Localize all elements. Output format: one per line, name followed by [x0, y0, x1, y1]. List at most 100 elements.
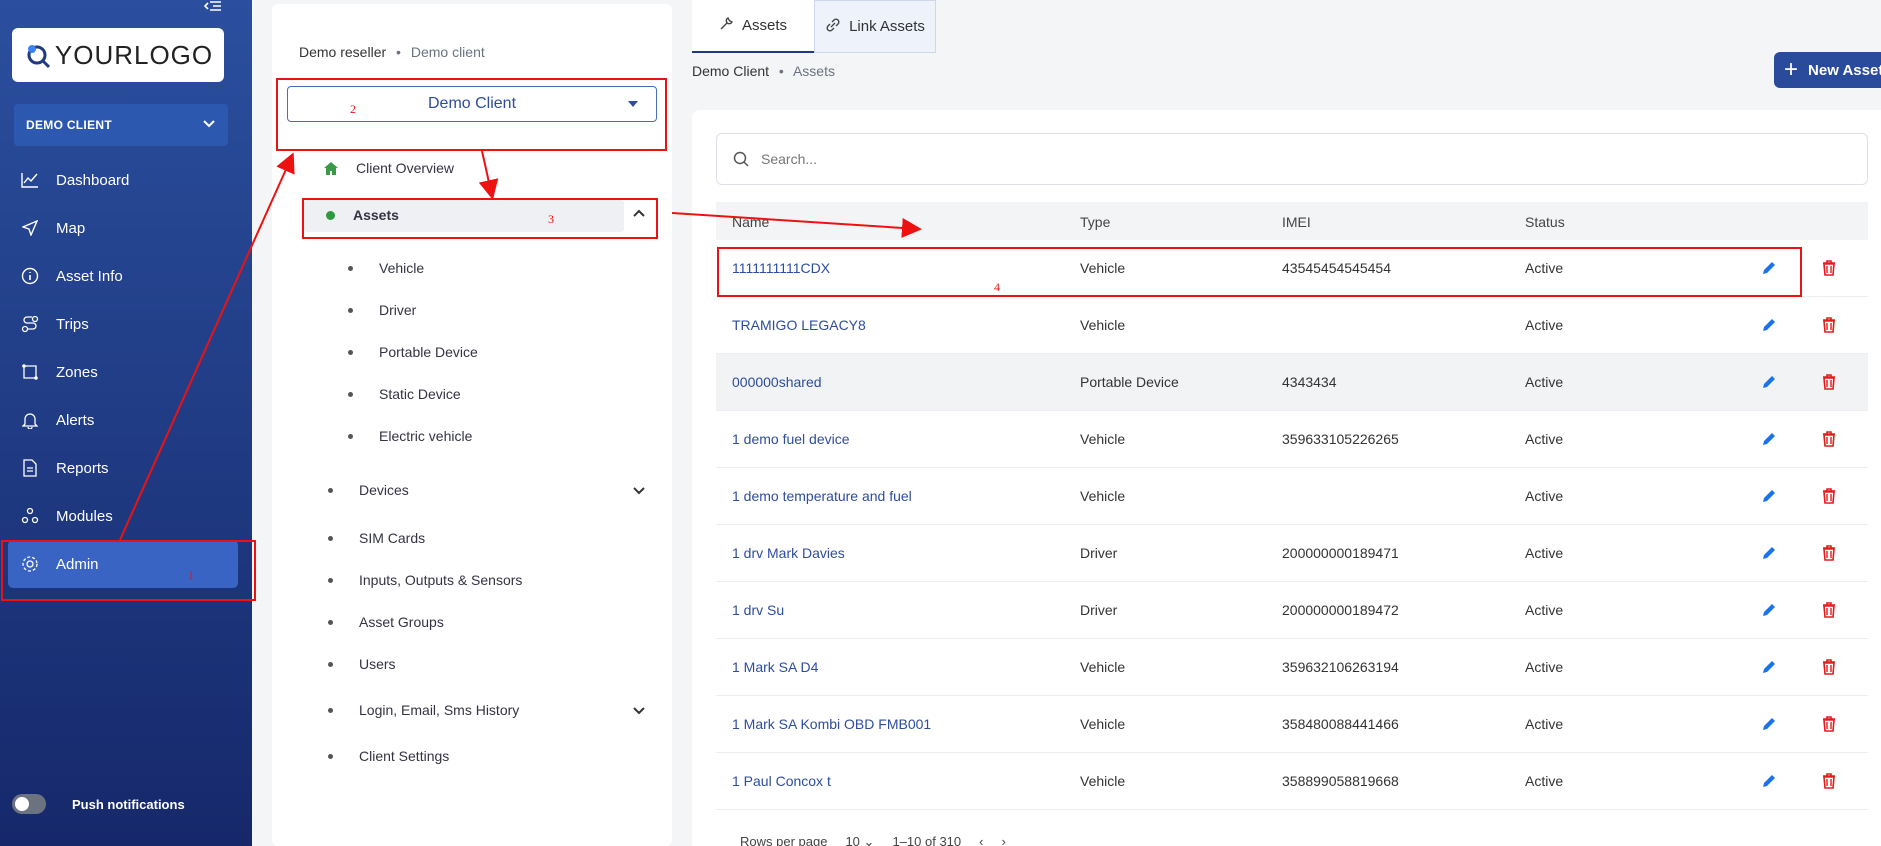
table-row[interactable]: 000000shared Portable Device 4343434 Active: [716, 354, 1868, 411]
sidebar-item-reports[interactable]: Reports: [8, 444, 238, 492]
table-row[interactable]: 1 Paul Concox t Vehicle 358899058819668 Act…: [716, 753, 1868, 810]
edit-pencil-icon[interactable]: [1759, 714, 1779, 734]
sidebar-item-modules[interactable]: Modules: [8, 492, 238, 540]
bullet-icon: [348, 391, 353, 397]
tree-item-sim-cards[interactable]: SIM Cards: [328, 530, 425, 546]
push-notifications: Push notifications: [12, 794, 185, 814]
column-header-status[interactable]: Status: [1525, 214, 1565, 230]
push-notifications-toggle[interactable]: [12, 794, 46, 814]
edit-pencil-icon[interactable]: [1759, 372, 1779, 392]
sidebar-item-zones[interactable]: Zones: [8, 348, 238, 396]
breadcrumb-reseller[interactable]: Demo reseller: [299, 44, 386, 60]
delete-trash-icon[interactable]: [1819, 543, 1839, 563]
client-selector[interactable]: DEMO CLIENT: [14, 104, 228, 146]
tree-item-label: Client Overview: [356, 160, 455, 176]
asset-imei: 359632106263194: [1282, 659, 1399, 675]
edit-pencil-icon[interactable]: [1759, 600, 1779, 620]
asset-status: Active: [1525, 659, 1564, 675]
asset-name-link[interactable]: 1 demo temperature and fuel: [732, 488, 912, 504]
column-header-type[interactable]: Type: [1080, 214, 1110, 230]
asset-name-link[interactable]: 1 Mark SA D4: [732, 659, 818, 675]
delete-trash-icon[interactable]: [1819, 315, 1839, 335]
asset-name-link[interactable]: 1 Mark SA Kombi OBD FMB001: [732, 716, 931, 732]
tree-item-io-sensors[interactable]: Inputs, Outputs & Sensors: [328, 572, 522, 588]
tree-subitem-driver[interactable]: Driver: [348, 302, 416, 318]
asset-type: Vehicle: [1080, 716, 1126, 732]
column-header-imei[interactable]: IMEI: [1282, 214, 1311, 230]
chevron-down-icon[interactable]: [632, 486, 646, 496]
delete-trash-icon[interactable]: [1819, 657, 1839, 677]
asset-type: Vehicle: [1080, 488, 1126, 504]
asset-imei: 358899058819668: [1282, 773, 1399, 789]
table-row[interactable]: 1 demo fuel device Vehicle 359633105226265…: [716, 411, 1868, 468]
asset-status: Active: [1525, 773, 1564, 789]
edit-pencil-icon[interactable]: [1759, 543, 1779, 563]
table-row[interactable]: 1 drv Su Driver 200000000189472 Active: [716, 582, 1868, 639]
tree-item-client-settings[interactable]: Client Settings: [328, 748, 449, 764]
collapse-sidebar-icon[interactable]: [203, 0, 226, 14]
new-asset-button[interactable]: + New Asset: [1774, 52, 1881, 88]
link-icon: [825, 17, 841, 36]
delete-trash-icon[interactable]: [1819, 714, 1839, 734]
tree-item-users[interactable]: Users: [328, 656, 396, 672]
annotation-number-1: 1: [188, 568, 194, 582]
delete-trash-icon[interactable]: [1819, 258, 1839, 278]
next-page-icon[interactable]: ›: [1001, 834, 1005, 846]
table-row[interactable]: 1 Mark SA Kombi OBD FMB001 Vehicle 3584800…: [716, 696, 1868, 753]
delete-trash-icon[interactable]: [1819, 486, 1839, 506]
edit-pencil-icon[interactable]: [1759, 657, 1779, 677]
tab-label: Link Assets: [849, 18, 925, 35]
sidebar-item-trips[interactable]: Trips: [8, 300, 238, 348]
tree-item-label: Login, Email, Sms History: [359, 702, 520, 718]
asset-status: Active: [1525, 488, 1564, 504]
edit-pencil-icon[interactable]: [1759, 771, 1779, 791]
delete-trash-icon[interactable]: [1819, 372, 1839, 392]
edit-pencil-icon[interactable]: [1759, 486, 1779, 506]
prev-page-icon[interactable]: ‹: [979, 834, 983, 846]
tab-assets[interactable]: Assets: [692, 0, 814, 53]
edit-pencil-icon[interactable]: [1759, 429, 1779, 449]
tree-item-asset-groups[interactable]: Asset Groups: [328, 614, 444, 630]
asset-type: Vehicle: [1080, 773, 1126, 789]
delete-trash-icon[interactable]: [1819, 771, 1839, 791]
sidebar: YOURLOGO DEMO CLIENT Dashboard Map Asset…: [0, 0, 252, 846]
asset-name-link[interactable]: 1 drv Mark Davies: [732, 545, 845, 561]
sidebar-item-label: Dashboard: [56, 171, 130, 189]
table-row[interactable]: 1 demo temperature and fuel Vehicle Active: [716, 468, 1868, 525]
sidebar-item-asset-info[interactable]: Asset Info: [8, 252, 238, 300]
logo: YOURLOGO: [12, 28, 224, 82]
tree-subitem-vehicle[interactable]: Vehicle: [348, 260, 424, 276]
new-asset-label: New Asset: [1808, 61, 1881, 79]
column-header-name[interactable]: Name: [732, 214, 769, 230]
chevron-down-icon[interactable]: [632, 706, 646, 716]
asset-name-link[interactable]: 000000shared: [732, 374, 822, 390]
asset-status: Active: [1525, 602, 1564, 618]
breadcrumb-client[interactable]: Demo Client: [692, 63, 769, 79]
tree-item-history[interactable]: Login, Email, Sms History: [328, 702, 519, 718]
table-row[interactable]: 1 Mark SA D4 Vehicle 359632106263194 Active: [716, 639, 1868, 696]
tab-link-assets[interactable]: Link Assets: [814, 0, 936, 53]
tree-subitem-portable-device[interactable]: Portable Device: [348, 344, 478, 360]
tree-item-client-overview[interactable]: Client Overview: [324, 160, 454, 176]
search-input[interactable]: Search...: [761, 151, 817, 167]
breadcrumb-client: Demo client: [410, 44, 485, 60]
edit-pencil-icon[interactable]: [1759, 315, 1779, 335]
sidebar-item-dashboard[interactable]: Dashboard: [8, 156, 238, 204]
table-row[interactable]: 1 drv Mark Davies Driver 200000000189471 Ac…: [716, 525, 1868, 582]
sidebar-item-map[interactable]: Map: [8, 204, 238, 252]
search-box[interactable]: Search...: [716, 133, 1868, 185]
tree-item-devices[interactable]: Devices: [328, 482, 409, 498]
tree-subitem-static-device[interactable]: Static Device: [348, 386, 461, 402]
asset-name-link[interactable]: 1 drv Su: [732, 602, 784, 618]
asset-name-link[interactable]: TRAMIGO LEGACY8: [732, 317, 866, 333]
asset-name-link[interactable]: 1 demo fuel device: [732, 431, 850, 447]
info-circle-icon: [20, 266, 40, 286]
asset-name-link[interactable]: 1 Paul Concox t: [732, 773, 831, 789]
tree-subitem-electric-vehicle[interactable]: Electric vehicle: [348, 428, 472, 444]
rows-per-page-select[interactable]: 10 ⌄: [845, 834, 874, 846]
bell-icon: [20, 410, 40, 430]
delete-trash-icon[interactable]: [1819, 600, 1839, 620]
table-row[interactable]: TRAMIGO LEGACY8 Vehicle Active: [716, 297, 1868, 354]
sidebar-item-alerts[interactable]: Alerts: [8, 396, 238, 444]
delete-trash-icon[interactable]: [1819, 429, 1839, 449]
